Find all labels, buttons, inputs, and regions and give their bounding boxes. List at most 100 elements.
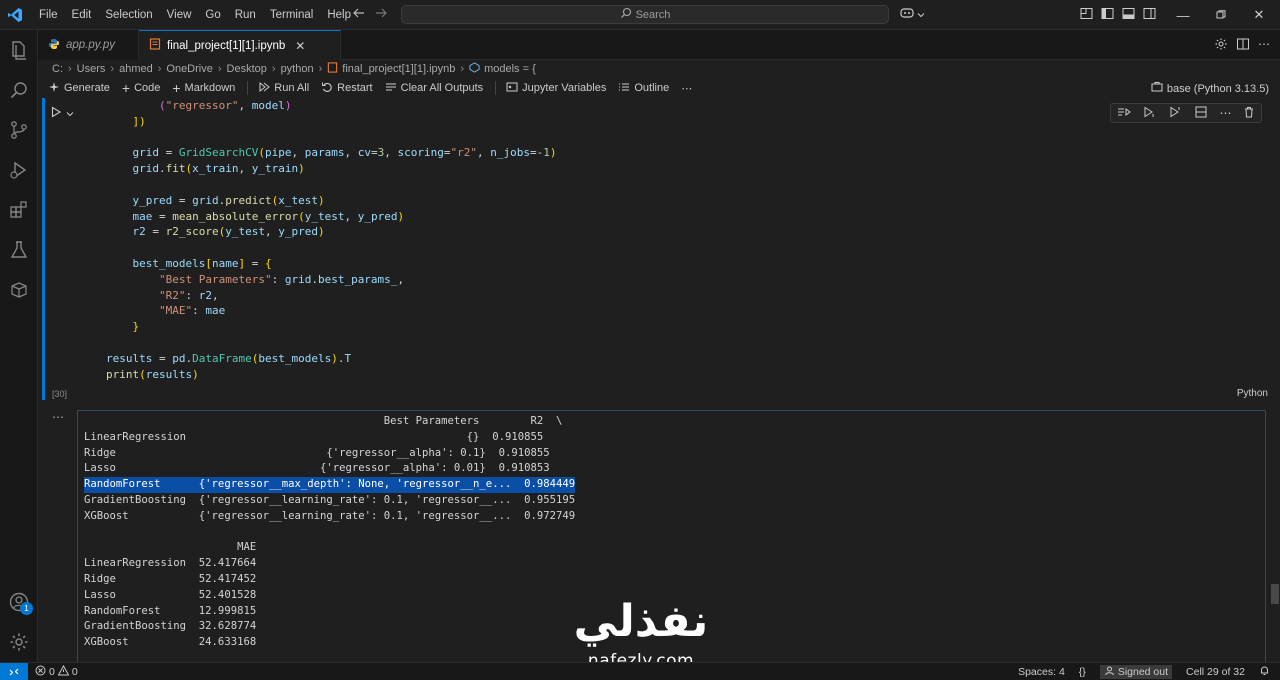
- run-all-button[interactable]: Run All: [258, 81, 309, 96]
- menu-selection[interactable]: Selection: [98, 0, 159, 30]
- breadcrumb-item[interactable]: final_project[1][1].ipynb: [342, 63, 455, 75]
- tab-app-py[interactable]: app.py.py: [38, 30, 139, 60]
- code-cell-editor[interactable]: ("regressor", model) ]) grid = GridSearc…: [78, 98, 1268, 400]
- breadcrumb-item[interactable]: models = {: [484, 63, 536, 75]
- menu-view[interactable]: View: [160, 0, 199, 30]
- editor-actions: ⋯: [1214, 37, 1270, 54]
- explorer-icon[interactable]: [0, 32, 38, 68]
- outline-button[interactable]: Outline: [618, 81, 669, 96]
- customize-layout-icon[interactable]: [1080, 7, 1093, 23]
- layout-controls: [1080, 7, 1156, 23]
- containers-icon[interactable]: [0, 272, 38, 308]
- menu-file[interactable]: File: [32, 0, 65, 30]
- chevron-right-icon: ›: [460, 63, 465, 75]
- menu-run[interactable]: Run: [228, 0, 263, 30]
- error-icon: [35, 665, 46, 679]
- warning-icon: [57, 664, 70, 679]
- add-code-cell-button[interactable]: + Code: [122, 80, 160, 96]
- extensions-icon[interactable]: [0, 192, 38, 228]
- jupyter-variables-button[interactable]: Jupyter Variables: [506, 81, 606, 96]
- output-line: XGBoost {'regressor__learning_rate': 0.1…: [84, 509, 576, 522]
- code-text[interactable]: ("regressor", model) ]) grid = GridSearc…: [106, 98, 556, 382]
- problems-indicator[interactable]: 0 0: [35, 664, 78, 679]
- cell-language[interactable]: Python: [1237, 388, 1268, 399]
- add-markdown-cell-button[interactable]: + Markdown: [172, 80, 235, 96]
- breadcrumb-item[interactable]: Users: [77, 63, 106, 75]
- toggle-secondary-sidebar-icon[interactable]: [1143, 7, 1156, 23]
- kernel-picker[interactable]: base (Python 3.13.5): [1151, 81, 1269, 96]
- run-cell-controls: [50, 106, 74, 121]
- toggle-panel-icon[interactable]: [1122, 7, 1135, 23]
- copilot-menu[interactable]: [899, 6, 925, 23]
- run-cell-icon[interactable]: [50, 106, 62, 121]
- python-file-icon: [48, 38, 60, 53]
- plus-icon: +: [121, 80, 131, 96]
- minimize-icon[interactable]: —: [1164, 0, 1202, 30]
- restart-button[interactable]: Restart: [321, 81, 373, 96]
- code-line: y_pred = grid.predict(x_test): [132, 193, 325, 207]
- menu-terminal[interactable]: Terminal: [263, 0, 320, 30]
- maximize-icon[interactable]: [1202, 0, 1240, 30]
- forward-arrow-icon[interactable]: [374, 6, 388, 23]
- run-debug-icon[interactable]: [0, 152, 38, 188]
- toggle-primary-sidebar-icon[interactable]: [1101, 7, 1114, 23]
- signed-out-status[interactable]: Signed out: [1099, 665, 1173, 679]
- split-cell-icon[interactable]: [1194, 106, 1208, 121]
- generate-button[interactable]: Generate: [48, 81, 110, 96]
- search-placeholder: Search: [635, 8, 671, 21]
- run-all-label: Run All: [274, 82, 310, 94]
- tab-label: app.py.py: [66, 39, 116, 51]
- code-line: print(results): [106, 367, 199, 381]
- output-line: Lasso {'regressor__alpha': 0.01} 0.91085…: [84, 462, 550, 475]
- toolbar-more-button[interactable]: ⋯: [681, 82, 692, 95]
- output-text: Best Parameters R2 \ LinearRegression {}…: [84, 414, 576, 651]
- breadcrumb-item[interactable]: Desktop: [227, 63, 267, 75]
- breadcrumb-item[interactable]: OneDrive: [166, 63, 212, 75]
- notebook-file-icon: [149, 38, 161, 53]
- command-center-search[interactable]: Search: [401, 5, 889, 24]
- code-line: ("regressor", model): [158, 99, 292, 112]
- settings-gear-icon[interactable]: [1214, 37, 1228, 54]
- manage-gear-icon[interactable]: [0, 624, 38, 660]
- tab-close-icon[interactable]: ✕: [295, 39, 305, 53]
- vscode-logo-icon: [0, 0, 30, 30]
- tab-label: final_project[1][1].ipynb: [167, 39, 286, 52]
- split-editor-icon[interactable]: [1236, 37, 1250, 54]
- status-bar: 0 0 Spaces: 4 {} Signed out Cell 29 of 3…: [0, 662, 1280, 680]
- chevron-right-icon: ›: [271, 63, 276, 75]
- cell-more-icon[interactable]: ⋯: [1219, 106, 1231, 120]
- cell-position[interactable]: Cell 29 of 32: [1186, 666, 1245, 678]
- search-view-icon[interactable]: [0, 72, 38, 108]
- accounts-icon[interactable]: 1: [0, 584, 38, 620]
- output-more-icon[interactable]: ⋯: [52, 410, 64, 424]
- execute-above-icon[interactable]: [1142, 106, 1156, 121]
- breadcrumb-item[interactable]: C:: [52, 63, 63, 75]
- output-line: Ridge {'regressor__alpha': 0.1} 0.910855: [84, 446, 550, 459]
- tab-final-project-ipynb[interactable]: final_project[1][1].ipynb ✕: [139, 30, 341, 60]
- code-line: }: [132, 320, 140, 334]
- menu-edit[interactable]: Edit: [65, 0, 99, 30]
- restart-icon: [321, 81, 333, 96]
- indentation-status[interactable]: Spaces: 4: [1018, 666, 1065, 678]
- notifications-bell-icon[interactable]: [1259, 665, 1270, 679]
- scrollbar-thumb[interactable]: [1271, 584, 1279, 604]
- code-line: "Best Parameters": grid.best_params_,: [158, 272, 405, 286]
- source-control-icon[interactable]: [0, 112, 38, 148]
- menu-go[interactable]: Go: [198, 0, 227, 30]
- breadcrumb-item[interactable]: ahmed: [119, 63, 153, 75]
- run-by-line-icon[interactable]: [1117, 106, 1131, 121]
- clear-all-outputs-button[interactable]: Clear All Outputs: [385, 81, 483, 96]
- execute-below-icon[interactable]: [1168, 106, 1182, 121]
- editor-tab-bar: app.py.py final_project[1][1].ipynb ✕ ⋯: [38, 30, 1280, 60]
- testing-flask-icon[interactable]: [0, 232, 38, 268]
- braces-icon[interactable]: {}: [1079, 666, 1086, 678]
- remote-indicator-icon[interactable]: [0, 662, 28, 680]
- clear-all-icon: [385, 81, 397, 96]
- delete-cell-trash-icon[interactable]: [1243, 106, 1255, 121]
- more-actions-icon[interactable]: ⋯: [1258, 37, 1270, 54]
- chevron-down-icon[interactable]: [66, 107, 74, 121]
- back-arrow-icon[interactable]: [352, 6, 366, 23]
- breadcrumb-item[interactable]: python: [281, 63, 314, 75]
- close-icon[interactable]: ✕: [1240, 0, 1278, 30]
